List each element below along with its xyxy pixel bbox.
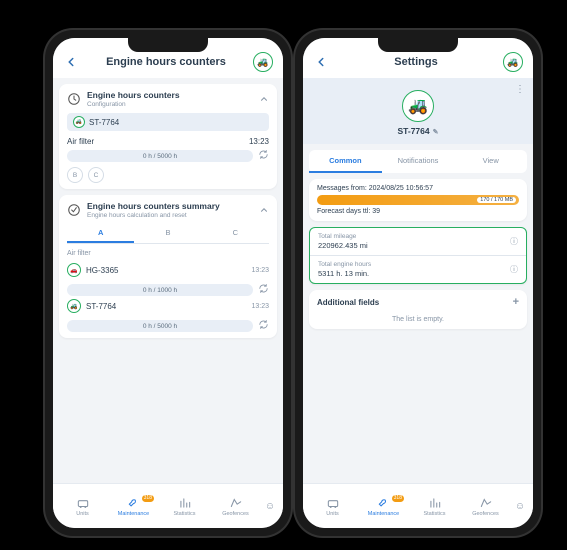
additional-fields-card: Additional fields + The list is empty. [309, 290, 527, 329]
unit-avatar[interactable]: 🚜 [253, 52, 273, 72]
tab-c[interactable]: C [202, 224, 269, 243]
summary-card: Engine hours counters summary Engine hou… [59, 195, 277, 338]
unit-time: 13:23 [251, 267, 269, 274]
usage-bar: 170 / 170 MB [317, 195, 519, 205]
nav-geofences[interactable]: Geofences [460, 496, 511, 517]
card-subtitle: Configuration [87, 101, 180, 108]
section-label: Air filter [67, 250, 269, 257]
units-icon [326, 496, 340, 510]
info-icon[interactable]: ⓘ [510, 264, 518, 275]
filter-letter-c[interactable]: C [88, 167, 104, 183]
unit-row[interactable]: 🚜 ST-7764 13:23 [67, 296, 269, 316]
geofences-icon [479, 496, 493, 510]
collapse-button[interactable] [259, 94, 269, 104]
nav-more[interactable]: ☺ [261, 501, 279, 512]
empty-message: The list is empty. [317, 316, 519, 323]
additional-title: Additional fields [317, 298, 379, 307]
chevron-up-icon [259, 205, 269, 215]
filter-letter-b[interactable]: B [67, 167, 83, 183]
usage-value: 170 / 170 MB [477, 197, 516, 203]
unit-avatar-large[interactable]: 🚜 [402, 90, 434, 122]
info-icon[interactable]: ⓘ [510, 236, 518, 247]
unit-icon: 🚜 [73, 116, 85, 128]
back-button[interactable] [63, 54, 79, 70]
maintenance-icon [377, 496, 391, 510]
collapse-button[interactable] [259, 205, 269, 215]
nav-statistics[interactable]: Statistics [409, 496, 460, 517]
interval-time: 13:23 [249, 137, 269, 146]
config-card: Engine hours counters Configuration 🚜 ST… [59, 84, 277, 189]
interval-row[interactable]: Air filter 13:23 [67, 137, 269, 146]
settings-tabs: Common Notifications View [309, 150, 527, 173]
card-title: Engine hours counters [87, 90, 180, 100]
chevron-left-icon [314, 55, 328, 69]
nav-badge: 318 [142, 495, 154, 502]
nav-geofences[interactable]: Geofences [210, 496, 261, 517]
progress-bar: 0 h / 1000 h [67, 284, 253, 296]
unit-chip[interactable]: 🚜 ST-7764 [67, 113, 269, 131]
bottom-nav: Units Maintenance 318 Statistics Geofenc… [53, 483, 283, 528]
nav-units[interactable]: Units [57, 496, 108, 517]
edit-icon[interactable]: ✎ [433, 129, 439, 136]
metric-label: Total mileage [318, 233, 518, 240]
summary-icon [67, 203, 81, 217]
tab-notifications[interactable]: Notifications [382, 150, 455, 173]
metric-row[interactable]: ⓘ Total engine hours 5311 h. 13 min. [310, 256, 526, 283]
refresh-icon[interactable] [258, 149, 269, 160]
nav-maintenance[interactable]: Maintenance 318 [358, 496, 409, 517]
unit-hero: ⋮ 🚜 ST-7764✎ [303, 78, 533, 144]
tab-common[interactable]: Common [309, 150, 382, 173]
unit-name: ST-7764 [86, 302, 116, 311]
tab-a[interactable]: A [67, 224, 134, 243]
unit-name: ST-7764 [89, 118, 119, 127]
metric-value: 5311 h. 13 min. [318, 269, 518, 278]
bottom-nav: Units Maintenance 318 Statistics Geofenc… [303, 483, 533, 528]
maintenance-icon [127, 496, 141, 510]
messages-label: Messages from: 2024/08/25 10:56:57 [317, 185, 519, 192]
unit-icon: 🚗 [67, 263, 81, 277]
unit-time: 13:23 [251, 303, 269, 310]
interval-name: Air filter [67, 137, 94, 146]
metric-value: 220962.435 mi [318, 241, 518, 250]
nav-statistics[interactable]: Statistics [159, 496, 210, 517]
more-menu[interactable]: ⋮ [515, 84, 525, 95]
statistics-icon [178, 496, 192, 510]
unit-icon: 🚜 [67, 299, 81, 313]
nav-maintenance[interactable]: Maintenance 318 [108, 496, 159, 517]
nav-units[interactable]: Units [307, 496, 358, 517]
counter-icon [67, 92, 81, 106]
messages-card: Messages from: 2024/08/25 10:56:57 170 /… [309, 179, 527, 221]
card-subtitle: Engine hours calculation and reset [87, 212, 220, 219]
tab-b[interactable]: B [134, 224, 201, 243]
unit-avatar[interactable]: 🚜 [503, 52, 523, 72]
letter-tabs: A B C [67, 224, 269, 244]
add-field-button[interactable]: + [513, 296, 519, 308]
statistics-icon [428, 496, 442, 510]
metric-label: Total engine hours [318, 261, 518, 268]
forecast-label: Forecast days ttl: 39 [317, 208, 519, 215]
geofences-icon [229, 496, 243, 510]
nav-badge: 318 [392, 495, 404, 502]
unit-row[interactable]: 🚗 HG-3365 13:23 [67, 260, 269, 280]
chevron-left-icon [64, 55, 78, 69]
chevron-up-icon [259, 94, 269, 104]
metric-row[interactable]: ⓘ Total mileage 220962.435 mi [310, 228, 526, 256]
units-icon [76, 496, 90, 510]
refresh-icon[interactable] [258, 283, 269, 294]
tab-view[interactable]: View [454, 150, 527, 173]
page-title: Settings [394, 56, 437, 68]
progress-bar: 0 h / 5000 h [67, 150, 253, 162]
unit-title: ST-7764✎ [311, 126, 525, 136]
nav-more[interactable]: ☺ [511, 501, 529, 512]
card-title: Engine hours counters summary [87, 201, 220, 211]
metrics-card: ⓘ Total mileage 220962.435 mi ⓘ Total en… [309, 227, 527, 284]
unit-name: HG-3365 [86, 266, 118, 275]
back-button[interactable] [313, 54, 329, 70]
page-title: Engine hours counters [106, 56, 226, 68]
progress-bar: 0 h / 5000 h [67, 320, 253, 332]
refresh-icon[interactable] [258, 319, 269, 330]
